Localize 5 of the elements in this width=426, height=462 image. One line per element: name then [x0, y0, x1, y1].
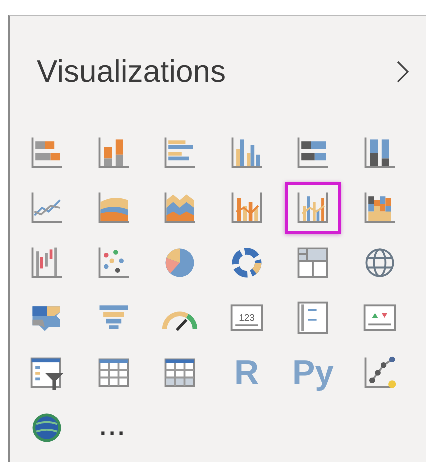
visual-button[interactable] [285, 182, 342, 234]
visual-button[interactable]: ... [86, 402, 142, 454]
pane-title: Visualizations [37, 54, 226, 90]
visual-button[interactable]: 123 [218, 292, 275, 344]
chevron-right-icon[interactable] [396, 60, 410, 84]
